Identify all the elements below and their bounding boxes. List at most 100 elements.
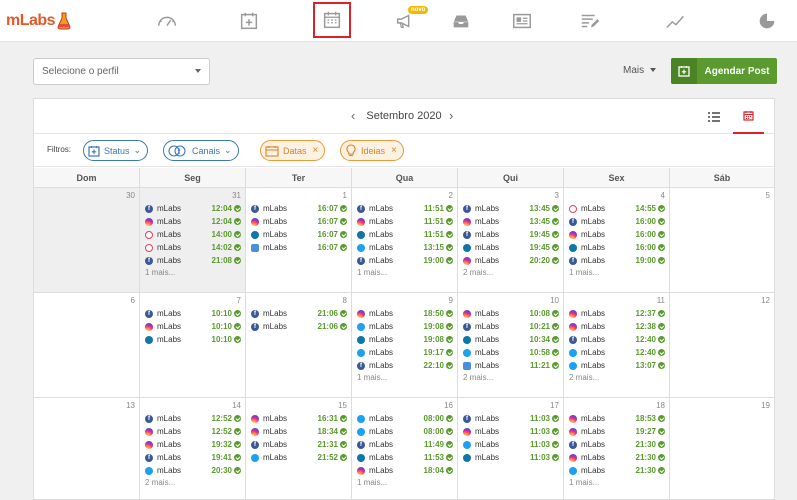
list-view-icon[interactable] — [708, 109, 720, 127]
scheduled-post[interactable]: f mLabs 12:52 — [145, 412, 241, 425]
calendar-day-cell[interactable]: 1 f mLabs 16:07 mLabs 16:07 mLabs 16:07 mLabs 16:… — [246, 188, 352, 292]
scheduled-post[interactable]: f mLabs 12:40 — [569, 333, 665, 346]
scheduled-post[interactable]: mLabs 11:53 — [357, 451, 453, 464]
scheduled-post[interactable]: f mLabs 21:30 — [569, 438, 665, 451]
mlabs-logo[interactable]: mLabs — [6, 10, 71, 32]
analytics-line-icon[interactable] — [659, 8, 693, 34]
scheduled-post[interactable]: f mLabs 22:10 — [357, 359, 453, 372]
scheduled-post[interactable]: mLabs 16:00 — [569, 241, 665, 254]
scheduled-post[interactable]: f mLabs 11:49 — [357, 438, 453, 451]
scheduled-post[interactable]: mLabs 13:07 — [569, 359, 665, 372]
inbox-icon[interactable] — [444, 8, 478, 34]
scheduled-post[interactable]: f mLabs 10:10 — [145, 307, 241, 320]
edit-list-icon[interactable] — [573, 8, 607, 34]
calendar-day-cell[interactable]: 8 f mLabs 21:06 f mLabs 21:06 — [246, 293, 352, 397]
scheduled-post[interactable]: f mLabs 19:00 — [569, 254, 665, 267]
scheduled-post[interactable]: mLabs 21:30 — [569, 451, 665, 464]
more-posts-link[interactable]: 1 mais... — [357, 373, 453, 382]
scheduled-post[interactable]: mLabs 12:37 — [569, 307, 665, 320]
scheduled-post[interactable]: f mLabs 21:31 — [251, 438, 347, 451]
calendar-day-cell[interactable]: 18 mLabs 18:53 mLabs 19:27 f mLabs 21:30 mLabs 21… — [564, 398, 670, 500]
scheduled-post[interactable]: mLabs 08:00 — [357, 412, 453, 425]
chevron-right-icon[interactable]: › — [449, 108, 453, 123]
more-posts-link[interactable]: 1 mais... — [145, 268, 241, 277]
calendar-day-cell[interactable]: 11 mLabs 12:37 mLabs 12:38 f mLabs 12:40 mLabs 12… — [564, 293, 670, 397]
scheduled-post[interactable]: mLabs 16:00 — [569, 228, 665, 241]
scheduled-post[interactable]: mLabs 12:04 — [145, 215, 241, 228]
more-dropdown-button[interactable]: Mais — [623, 65, 657, 76]
calendar-day-cell[interactable]: 14 f mLabs 12:52 mLabs 12:52 mLabs 19:32 f mLabs 1… — [140, 398, 246, 500]
scheduled-post[interactable]: mLabs 18:34 — [251, 425, 347, 438]
filter-chip-dates[interactable]: Datas × — [260, 140, 326, 161]
calendar-day-cell[interactable]: 4 mLabs 14:55 f mLabs 16:00 mLabs 16:00 mLabs 16:… — [564, 188, 670, 292]
scheduled-post[interactable]: mLabs 18:53 — [569, 412, 665, 425]
scheduled-post[interactable]: f mLabs 10:21 — [463, 320, 559, 333]
scheduled-post[interactable]: mLabs 14:00 — [145, 228, 241, 241]
scheduled-post[interactable]: f mLabs 21:06 — [251, 307, 347, 320]
scheduled-post[interactable]: f mLabs 16:00 — [569, 215, 665, 228]
more-posts-link[interactable]: 1 mais... — [569, 268, 665, 277]
scheduled-post[interactable]: mLabs 20:20 — [463, 254, 559, 267]
scheduled-post[interactable]: mLabs 10:34 — [463, 333, 559, 346]
calendar-day-cell[interactable]: 30 — [34, 188, 140, 292]
calendar-day-cell[interactable]: 2 f mLabs 11:51 mLabs 11:51 mLabs 11:51 mLabs 13:… — [352, 188, 458, 292]
scheduled-post[interactable]: mLabs 10:08 — [463, 307, 559, 320]
more-posts-link[interactable]: 2 mais... — [463, 373, 559, 382]
more-posts-link[interactable]: 2 mais... — [145, 478, 241, 487]
scheduled-post[interactable]: f mLabs 12:04 — [145, 202, 241, 215]
profile-select[interactable]: Selecione o perfil — [33, 58, 210, 85]
scheduled-post[interactable]: mLabs 13:15 — [357, 241, 453, 254]
calendar-day-cell[interactable]: 6 — [34, 293, 140, 397]
schedule-post-button[interactable]: Agendar Post — [671, 58, 777, 84]
scheduled-post[interactable]: mLabs 11:03 — [463, 425, 559, 438]
scheduled-post[interactable]: f mLabs 19:45 — [463, 228, 559, 241]
scheduled-post[interactable]: mLabs 10:10 — [145, 333, 241, 346]
scheduled-post[interactable]: f mLabs 21:06 — [251, 320, 347, 333]
calendar-day-cell[interactable]: 13 — [34, 398, 140, 500]
scheduled-post[interactable]: f mLabs 11:03 — [463, 412, 559, 425]
filter-chip-channels[interactable]: f Canais ⌄ — [163, 140, 239, 161]
calendar-day-cell[interactable]: 7 f mLabs 10:10 mLabs 10:10 mLabs 10:10 — [140, 293, 246, 397]
scheduled-post[interactable]: f mLabs 11:51 — [357, 202, 453, 215]
scheduled-post[interactable]: mLabs 10:58 — [463, 346, 559, 359]
scheduled-post[interactable]: mLabs 12:40 — [569, 346, 665, 359]
more-posts-link[interactable]: 2 mais... — [463, 268, 559, 277]
calendar-day-cell[interactable]: 15 mLabs 16:31 mLabs 18:34 f mLabs 21:31 mLabs 21… — [246, 398, 352, 500]
scheduled-post[interactable]: mLabs 12:52 — [145, 425, 241, 438]
scheduled-post[interactable]: f mLabs 19:00 — [357, 254, 453, 267]
scheduled-post[interactable]: mLabs 16:07 — [251, 215, 347, 228]
scheduled-post[interactable]: mLabs 14:02 — [145, 241, 241, 254]
close-icon[interactable]: × — [391, 145, 397, 156]
calendar-day-cell[interactable]: 16 mLabs 08:00 mLabs 08:00 f mLabs 11:49 mLabs 11… — [352, 398, 458, 500]
calendar-day-cell[interactable]: 17 f mLabs 11:03 mLabs 11:03 mLabs 11:03 mLabs 11… — [458, 398, 564, 500]
scheduled-post[interactable]: mLabs 20:30 — [145, 464, 241, 477]
pie-chart-icon[interactable] — [750, 8, 784, 34]
scheduled-post[interactable]: f mLabs 13:45 — [463, 202, 559, 215]
scheduled-post[interactable]: mLabs 12:38 — [569, 320, 665, 333]
scheduled-post[interactable]: mLabs 19:45 — [463, 241, 559, 254]
add-calendar-icon[interactable] — [232, 8, 266, 34]
scheduled-post[interactable]: mLabs 11:51 — [357, 228, 453, 241]
scheduled-post[interactable]: mLabs 16:31 — [251, 412, 347, 425]
scheduled-post[interactable]: mLabs 21:52 — [251, 451, 347, 464]
megaphone-icon[interactable]: novo — [388, 6, 429, 34]
scheduled-post[interactable]: mLabs 08:00 — [357, 425, 453, 438]
scheduled-post[interactable]: mLabs 18:50 — [357, 307, 453, 320]
newspaper-icon[interactable] — [505, 8, 539, 34]
calendar-day-cell[interactable]: 31 f mLabs 12:04 mLabs 12:04 mLabs 14:00 mLabs 14… — [140, 188, 246, 292]
dashboard-icon[interactable] — [150, 8, 184, 34]
scheduled-post[interactable]: f mLabs 19:41 — [145, 451, 241, 464]
calendar-day-cell[interactable]: 12 — [670, 293, 774, 397]
scheduled-post[interactable]: mLabs 10:10 — [145, 320, 241, 333]
calendar-day-cell[interactable]: 19 — [670, 398, 774, 500]
filter-chip-ideas[interactable]: Ideias × — [340, 140, 404, 161]
calendar-day-cell[interactable]: 9 mLabs 18:50 mLabs 19:08 mLabs 19:08 mLabs 19:1… — [352, 293, 458, 397]
scheduled-post[interactable]: mLabs 16:07 — [251, 228, 347, 241]
scheduled-post[interactable]: mLabs 14:55 — [569, 202, 665, 215]
scheduled-post[interactable]: mLabs 11:03 — [463, 451, 559, 464]
scheduled-post[interactable]: mLabs 19:32 — [145, 438, 241, 451]
calendar-day-cell[interactable]: 5 — [670, 188, 774, 292]
calendar-icon[interactable] — [313, 2, 351, 38]
more-posts-link[interactable]: 1 mais... — [357, 478, 453, 487]
filter-chip-status[interactable]: Status ⌄ — [83, 140, 149, 161]
